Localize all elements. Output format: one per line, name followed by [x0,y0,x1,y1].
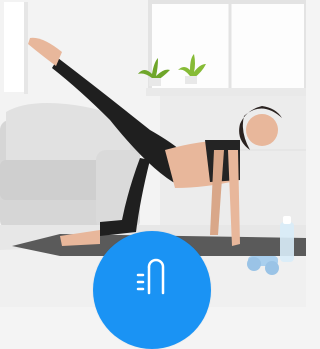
thermometer-icon [136,258,165,295]
water-bottle [280,216,294,262]
right-window [146,0,308,96]
left-window [4,2,28,94]
photo-scene [0,0,308,349]
thermometer-badge [93,231,211,349]
